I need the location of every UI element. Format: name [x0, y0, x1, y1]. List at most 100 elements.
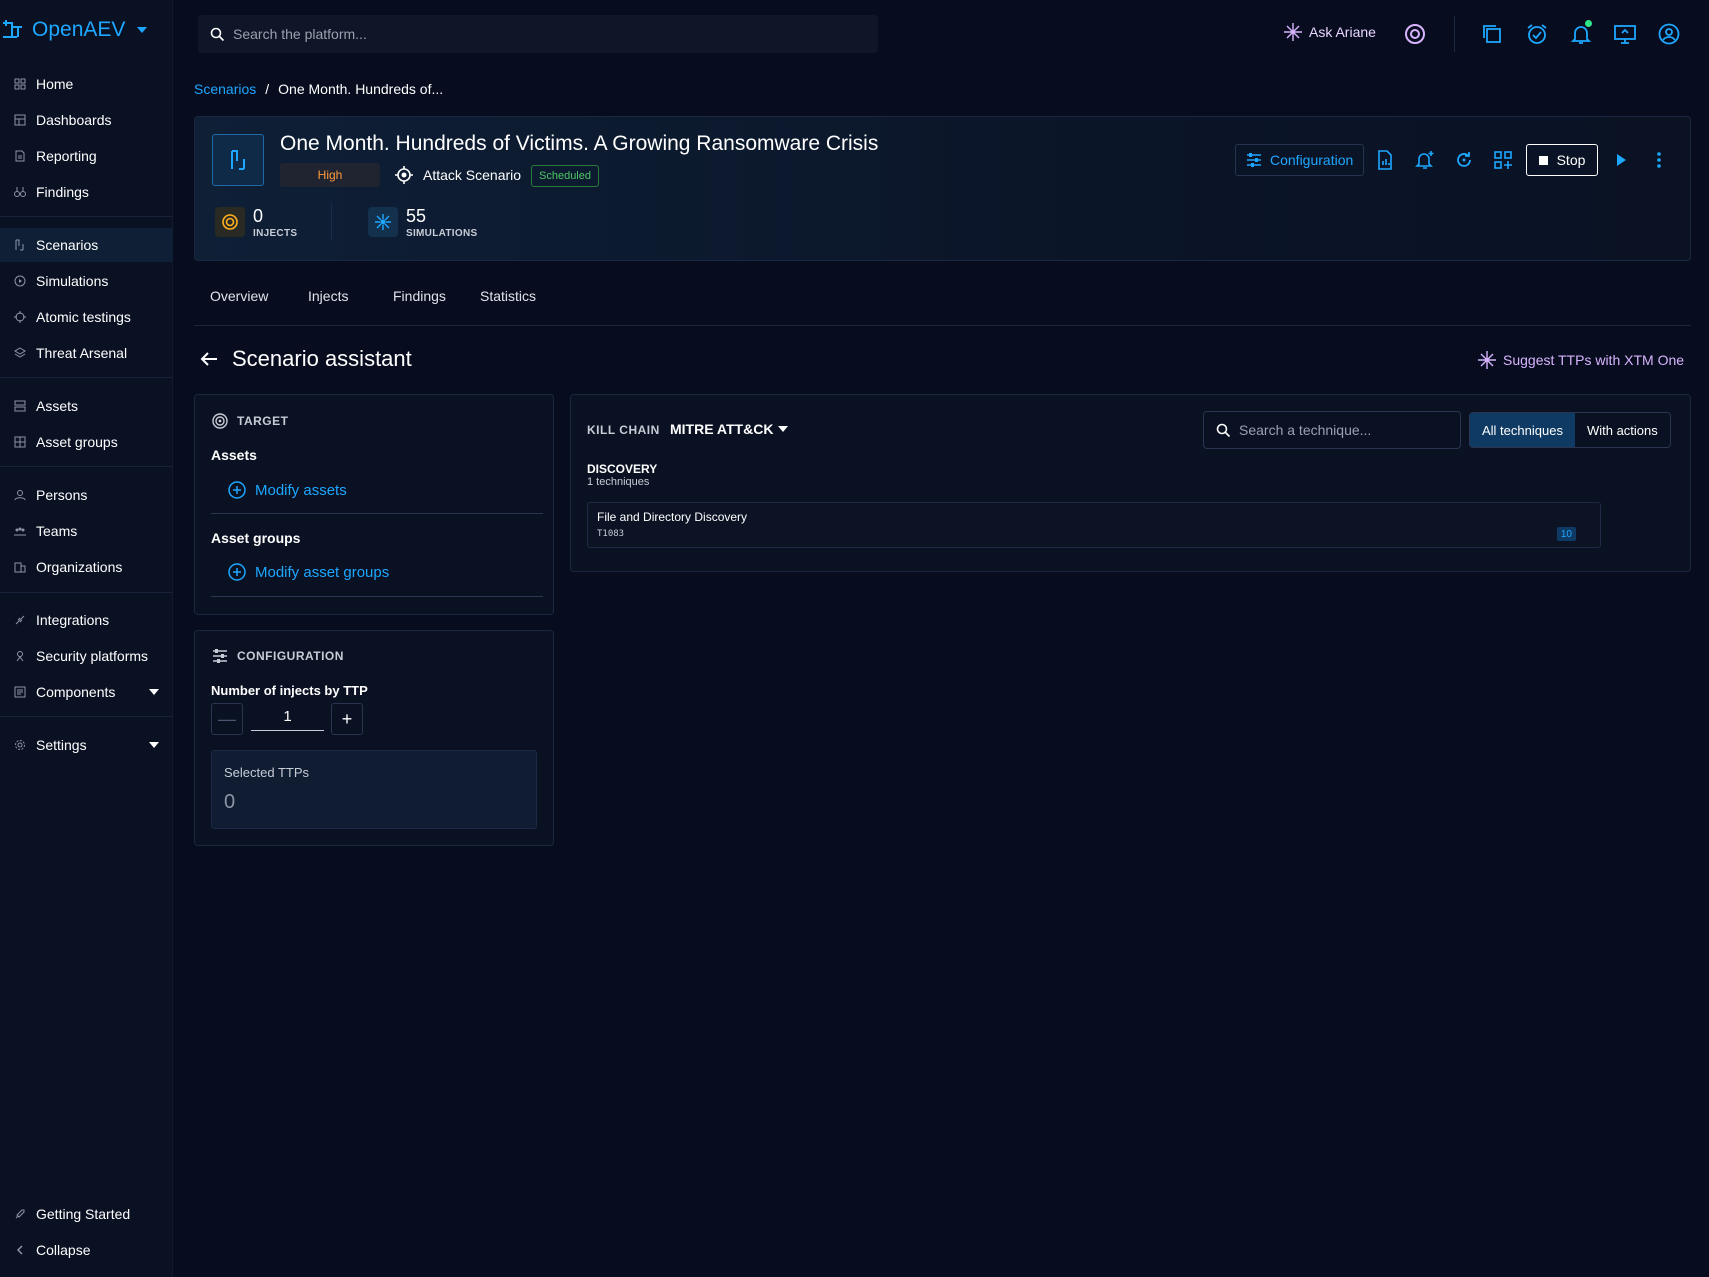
injects-stat: 0 INJECTS — [215, 207, 297, 239]
sidebar-item-atomic-testings[interactable]: Atomic testings — [0, 300, 173, 334]
sidebar-item-label: Assets — [36, 398, 79, 414]
sidebar-item-dashboards[interactable]: Dashboards — [0, 103, 173, 137]
sidebar-collapse-button[interactable]: Collapse — [0, 1233, 173, 1267]
stop-icon — [1538, 155, 1548, 165]
modify-asset-groups-button[interactable]: Modify asset groups — [228, 563, 389, 581]
scenario-header: One Month. Hundreds of Victims. A Growin… — [194, 116, 1691, 261]
sidebar-item-organizations[interactable]: Organizations — [0, 550, 173, 584]
alarm-check-icon[interactable] — [1525, 22, 1549, 46]
sidebar-divider — [0, 592, 173, 593]
scenario-title: One Month. Hundreds of Victims. A Growin… — [280, 132, 879, 155]
kill-chain-select[interactable]: MITRE ATT&CK — [670, 421, 789, 437]
modify-assets-button[interactable]: Modify assets — [228, 481, 347, 499]
ai-target-icon[interactable] — [1403, 22, 1427, 46]
stop-button[interactable]: Stop — [1526, 144, 1598, 176]
sidebar-item-simulations[interactable]: Simulations — [0, 264, 173, 298]
sidebar-item-teams[interactable]: Teams — [0, 514, 173, 548]
bell-plus-icon[interactable] — [1413, 148, 1437, 172]
sidebar-divider — [0, 466, 173, 467]
report-chart-icon[interactable] — [1373, 148, 1397, 172]
sparkle-icon — [1284, 23, 1302, 41]
widgets-add-icon[interactable] — [1491, 148, 1515, 172]
scenario-type: Attack Scenario — [395, 166, 521, 184]
suggest-ttps-button[interactable]: Suggest TTPs with XTM One — [1477, 350, 1684, 370]
breadcrumb-scenarios-link[interactable]: Scenarios — [194, 81, 256, 97]
sidebar-item-integrations[interactable]: Integrations — [0, 603, 173, 637]
sidebar-item-settings[interactable]: Settings — [0, 728, 173, 762]
injects-by-ttp-input[interactable]: 1 — [251, 705, 324, 731]
sidebar-item-label: Simulations — [36, 273, 109, 289]
search-icon — [210, 27, 225, 41]
ask-ariane-button[interactable]: Ask Ariane — [1283, 22, 1376, 42]
breadcrumb-separator: / — [265, 81, 270, 97]
components-icon — [13, 685, 27, 699]
breadcrumb: Scenarios / One Month. Hundreds of... — [194, 81, 443, 97]
tab-findings[interactable]: Findings — [393, 288, 446, 304]
chevron-down-icon[interactable] — [137, 27, 148, 33]
status-badge: Scheduled — [531, 165, 599, 187]
user-account-icon[interactable] — [1657, 22, 1681, 46]
kill-chain-label: KILL CHAIN — [587, 423, 660, 437]
sidebar-item-home[interactable]: Home — [0, 67, 173, 101]
sidebar-item-label: Asset groups — [36, 434, 118, 450]
sidebar-item-security-platforms[interactable]: Security platforms — [0, 639, 173, 673]
sidebar-item-label: Components — [36, 684, 116, 700]
sidebar-item-getting-started[interactable]: Getting Started — [0, 1197, 173, 1231]
target-icon — [395, 166, 413, 184]
technique-search-input[interactable] — [1239, 422, 1449, 438]
bell-icon[interactable] — [1569, 20, 1593, 46]
sidebar-divider — [0, 377, 173, 378]
building-icon — [13, 560, 27, 574]
selected-ttps-value: 0 — [224, 791, 236, 813]
injects-by-ttp-label: Number of injects by TTP — [211, 683, 368, 698]
play-circle-icon — [13, 274, 27, 288]
injects-count: 0 — [253, 206, 264, 226]
sidebar-item-reporting[interactable]: Reporting — [0, 139, 173, 173]
more-vert-icon[interactable] — [1647, 148, 1671, 172]
sidebar-item-label: Teams — [36, 523, 78, 539]
sidebar-item-label: Threat Arsenal — [36, 345, 128, 361]
target-heading: TARGET — [212, 413, 288, 429]
sidebar-item-scenarios[interactable]: Scenarios — [0, 228, 173, 262]
topbar-divider — [1454, 16, 1455, 52]
shield-user-icon — [13, 649, 27, 663]
sidebar-item-threat-arsenal[interactable]: Threat Arsenal — [0, 336, 173, 370]
sidebar-item-findings[interactable]: Findings — [0, 175, 173, 209]
sidebar-item-assets[interactable]: Assets — [0, 389, 173, 423]
search-input[interactable] — [233, 26, 833, 42]
page-title: Scenario assistant — [232, 346, 412, 371]
sidebar-item-asset-groups[interactable]: Asset groups — [0, 425, 173, 459]
filter-all-techniques[interactable]: All techniques — [1470, 413, 1575, 447]
app-name: OpenAEV — [32, 18, 126, 41]
breadcrumb-current: One Month. Hundreds of... — [278, 81, 444, 97]
global-search[interactable] — [198, 15, 878, 53]
technique-filter-toggle: All techniques With actions — [1469, 412, 1671, 448]
configuration-button[interactable]: Configuration — [1235, 144, 1365, 176]
technique-id: T1083 — [597, 529, 625, 539]
stop-label: Stop — [1556, 152, 1586, 168]
openaev-logo-icon — [3, 20, 22, 38]
technique-card[interactable]: File and Directory Discovery T1083 10 — [587, 502, 1601, 548]
copy-icon[interactable] — [1480, 22, 1504, 46]
play-icon[interactable] — [1609, 148, 1633, 172]
sidebar-item-persons[interactable]: Persons — [0, 478, 173, 512]
tab-overview[interactable]: Overview — [210, 288, 268, 304]
increment-button[interactable]: + — [331, 703, 363, 735]
app-logo[interactable]: OpenAEV — [0, 16, 148, 44]
tab-statistics[interactable]: Statistics — [480, 288, 536, 304]
sidebar-item-label: Persons — [36, 487, 88, 503]
screen-share-icon[interactable] — [1613, 22, 1637, 46]
sidebar-item-label: Getting Started — [36, 1206, 131, 1222]
injects-label: INJECTS — [253, 228, 298, 239]
sparkle-icon — [1478, 351, 1496, 369]
asset-groups-label: Asset groups — [211, 530, 301, 546]
decrement-button[interactable]: — — [211, 703, 243, 735]
back-arrow-icon[interactable] — [200, 351, 218, 367]
sidebar-item-label: Integrations — [36, 612, 110, 628]
filter-with-actions[interactable]: With actions — [1575, 413, 1670, 447]
sliders-icon — [1247, 153, 1261, 167]
refresh-icon[interactable] — [1452, 148, 1476, 172]
tab-injects[interactable]: Injects — [308, 288, 348, 304]
technique-search[interactable] — [1203, 411, 1461, 449]
sidebar-item-components[interactable]: Components — [0, 675, 173, 709]
